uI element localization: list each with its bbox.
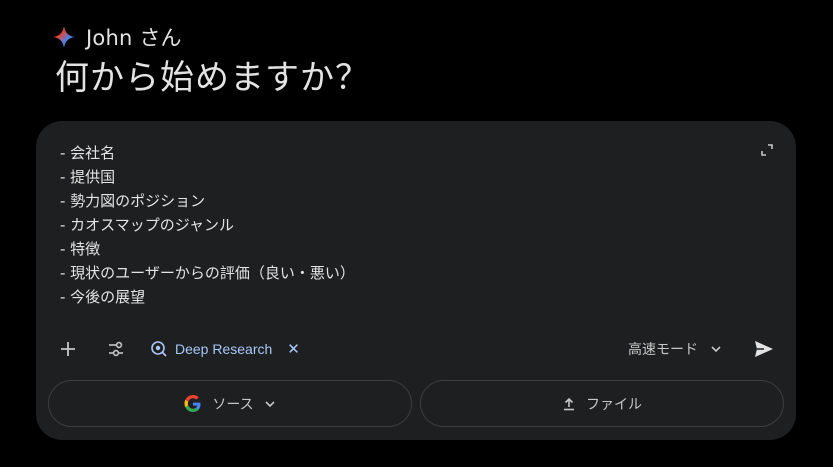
chevron-down-icon [711, 346, 721, 353]
mode-selector[interactable]: 高速モード [628, 337, 722, 361]
mode-label: 高速モード [628, 342, 698, 358]
send-icon[interactable] [752, 337, 776, 361]
upload-icon [564, 397, 574, 410]
tools-button[interactable] [104, 337, 128, 361]
prompt-line: - 提供国 [60, 168, 116, 186]
gemini-spark-icon [53, 26, 75, 48]
source-button[interactable]: ソース [48, 380, 412, 427]
file-upload-button[interactable]: ファイル [420, 380, 784, 427]
greeting: John さん [52, 22, 182, 52]
prompt-line: - 今後の展望 [60, 288, 146, 306]
file-label: ファイル [586, 396, 642, 413]
prompt-line: - 勢力図のポジション [60, 192, 206, 210]
plus-icon [61, 342, 75, 356]
prompt-line: - 特徴 [60, 240, 101, 258]
prompt-line: - 現状のユーザーからの評価（良い・悪い） [60, 264, 355, 282]
chevron-down-icon [265, 400, 275, 407]
expand-icon[interactable] [760, 143, 774, 157]
prompt-input[interactable]: - 会社名 - 提供国 - 勢力図のポジション - カオスマップのジャンル - … [60, 141, 355, 309]
tools-sliders-icon [109, 341, 123, 357]
source-label: ソース [212, 396, 254, 413]
close-icon[interactable]: ✕ [287, 340, 300, 358]
prompt-line: - 会社名 [60, 144, 116, 162]
prompt-composer: - 会社名 - 提供国 - 勢力図のポジション - カオスマップのジャンル - … [36, 121, 796, 440]
add-button[interactable] [56, 337, 80, 361]
greeting-name: John さん [86, 26, 182, 50]
page-title: 何から始めますか？ [55, 58, 370, 98]
deep-research-icon [151, 341, 167, 357]
composer-toolbar: Deep Research ✕ 高速モード [36, 333, 796, 365]
deep-research-chip[interactable]: Deep Research ✕ [150, 337, 300, 361]
chip-label: Deep Research [175, 341, 273, 357]
prompt-line: - カオスマップのジャンル [60, 216, 234, 234]
google-g-icon [184, 394, 201, 412]
